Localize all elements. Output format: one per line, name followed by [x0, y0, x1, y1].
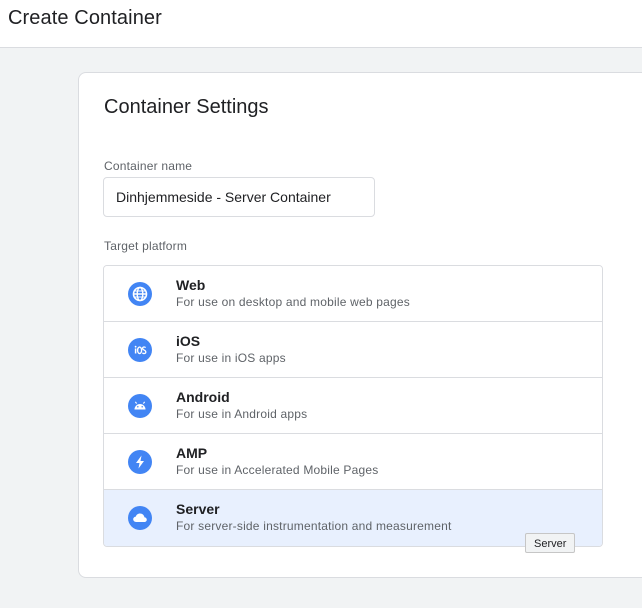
container-name-input[interactable] — [103, 177, 375, 217]
container-settings-card: Container Settings Container name Target… — [78, 72, 642, 578]
platform-option-amp[interactable]: AMP For use in Accelerated Mobile Pages — [104, 434, 602, 490]
platform-description: For use in iOS apps — [176, 351, 286, 365]
platform-name: Server — [176, 501, 220, 517]
page-header: Create Container — [0, 0, 642, 48]
platform-description: For use in Android apps — [176, 407, 308, 421]
platform-name: Web — [176, 277, 206, 293]
platform-list: Web For use on desktop and mobile web pa… — [103, 265, 603, 547]
card-title: Container Settings — [104, 96, 269, 118]
lightning-icon — [128, 450, 152, 474]
platform-description: For use on desktop and mobile web pages — [176, 295, 410, 309]
server-tooltip: Server — [525, 533, 576, 553]
android-icon — [128, 394, 152, 418]
platform-name: AMP — [176, 445, 208, 461]
platform-description: For use in Accelerated Mobile Pages — [176, 463, 379, 477]
platform-option-ios[interactable]: iOS For use in iOS apps — [104, 322, 602, 378]
platform-option-android[interactable]: Android For use in Android apps — [104, 378, 602, 434]
cloud-icon — [128, 506, 152, 530]
platform-name: Android — [176, 389, 230, 405]
globe-icon — [128, 282, 152, 306]
page-title: Create Container — [8, 7, 162, 29]
container-name-label: Container name — [104, 159, 193, 173]
target-platform-label: Target platform — [104, 239, 188, 253]
platform-option-web[interactable]: Web For use on desktop and mobile web pa… — [104, 266, 602, 322]
platform-name: iOS — [176, 333, 201, 349]
platform-description: For server-side instrumentation and meas… — [176, 519, 452, 533]
ios-icon — [128, 338, 152, 362]
